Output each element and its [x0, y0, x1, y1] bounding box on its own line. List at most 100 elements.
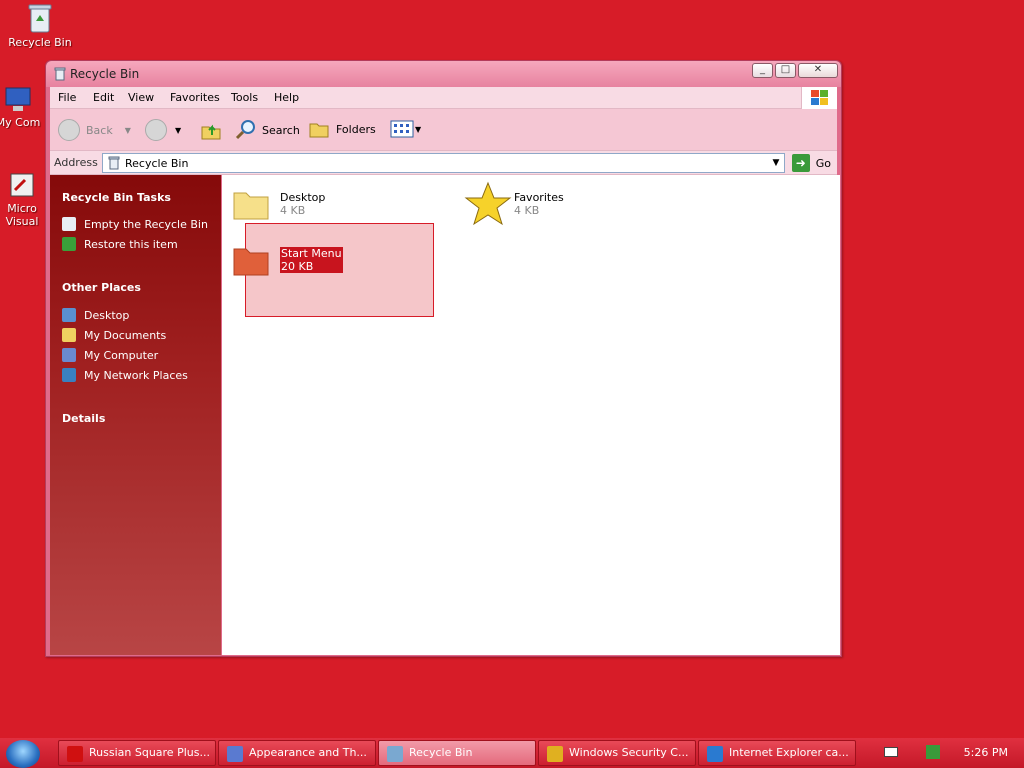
search-button[interactable]: Search [234, 119, 300, 141]
task-pane: Recycle Bin Tasks Empty the Recycle Bin … [50, 175, 221, 655]
keyboard-icon[interactable] [884, 747, 898, 757]
place-desktop[interactable]: Desktop [62, 308, 129, 322]
network-tray-icon[interactable] [926, 745, 940, 759]
go-button[interactable]: ➜ Go [791, 154, 831, 172]
folder-icon [233, 248, 269, 276]
folders-button[interactable]: Folders [308, 119, 376, 139]
menu-tools[interactable]: Tools [231, 91, 258, 104]
address-label: Address [54, 156, 98, 169]
place-my-computer[interactable]: My Computer [62, 348, 158, 362]
back-dropdown-icon[interactable]: ▼ [125, 126, 131, 135]
maximize-button[interactable]: □ [775, 63, 796, 78]
taskbar-button[interactable]: Internet Explorer ca... [698, 740, 856, 766]
recycle-bin-icon [28, 4, 52, 33]
address-value: Recycle Bin [125, 157, 189, 170]
section-title-recycle-bin-tasks[interactable]: Recycle Bin Tasks [62, 191, 171, 204]
task-label: Empty the Recycle Bin [84, 217, 208, 231]
place-my-network-places[interactable]: My Network Places [62, 368, 188, 382]
menu-edit[interactable]: Edit [93, 91, 114, 104]
file-item-selected[interactable]: Start Menu 20 KB [232, 241, 343, 279]
network-icon [62, 368, 76, 382]
file-name: Start Menu [281, 247, 342, 260]
file-name: Desktop [280, 191, 326, 204]
window-title: Recycle Bin [70, 67, 140, 81]
taskbar-label: Appearance and Th... [249, 746, 367, 759]
place-label: My Documents [84, 328, 167, 342]
taskbar-label: Windows Security C... [569, 746, 689, 759]
start-button[interactable] [6, 740, 40, 768]
taskbar: Russian Square Plus... Appearance and Th… [0, 738, 1024, 768]
place-label: My Network Places [84, 368, 188, 382]
title-bar[interactable]: Recycle Bin _ □ ✕ [46, 61, 841, 87]
address-bar: Address Recycle Bin ▼ ➜ Go [50, 151, 837, 175]
back-arrow-icon [58, 119, 80, 141]
task-label: Restore this item [84, 237, 178, 251]
search-icon [235, 120, 255, 140]
place-my-documents[interactable]: My Documents [62, 328, 166, 342]
recycle-bin-icon [387, 746, 403, 762]
task-restore-item[interactable]: Restore this item [62, 237, 178, 251]
section-title-other-places[interactable]: Other Places [62, 281, 141, 294]
back-label: Back [86, 123, 113, 137]
taskbar-label: Recycle Bin [409, 746, 473, 759]
address-input[interactable]: Recycle Bin ▼ [102, 153, 785, 173]
address-dropdown-icon[interactable]: ▼ [768, 154, 784, 172]
file-item[interactable]: Desktop 4 KB [232, 185, 325, 223]
toolbar: Back ▼ ▼ Search Folders ▼ [50, 109, 837, 151]
folders-icon [309, 123, 329, 138]
up-folder-button[interactable] [200, 119, 222, 141]
desktop-icon [62, 308, 76, 322]
clock[interactable]: 5:26 PM [964, 746, 1008, 759]
file-item[interactable]: Favorites 4 KB [464, 181, 564, 227]
back-button[interactable]: Back ▼ [58, 119, 131, 141]
folders-label: Folders [336, 122, 376, 136]
minimize-icon: _ [760, 64, 765, 75]
taskbar-button-active[interactable]: Recycle Bin [378, 740, 536, 766]
internet-explorer-icon [707, 746, 723, 762]
taskbar-label: Russian Square Plus... [89, 746, 210, 759]
taskbar-button[interactable]: Russian Square Plus... [58, 740, 216, 766]
go-label: Go [815, 156, 831, 170]
shield-icon [547, 746, 563, 762]
minimize-button[interactable]: _ [752, 63, 773, 78]
recycle-bin-icon [54, 67, 66, 81]
close-icon: ✕ [813, 64, 823, 75]
place-label: My Computer [84, 348, 159, 362]
file-size: 4 KB [280, 204, 306, 217]
menu-view[interactable]: View [128, 91, 154, 104]
menu-favorites[interactable]: Favorites [170, 91, 220, 104]
app-shortcut-icon [10, 173, 34, 197]
views-dropdown-icon: ▼ [415, 124, 422, 134]
maximize-icon: □ [780, 64, 791, 75]
file-size: 20 KB [281, 260, 314, 273]
forward-button[interactable]: ▼ [145, 119, 181, 141]
menu-help[interactable]: Help [274, 91, 299, 104]
taskbar-label: Internet Explorer ca... [729, 746, 849, 759]
up-folder-icon [201, 124, 221, 140]
views-icon [390, 120, 414, 138]
desktop-icon-recycle-bin[interactable]: Recycle Bin [0, 2, 80, 49]
windows-flag-icon [811, 90, 828, 105]
file-size: 4 KB [514, 204, 540, 217]
forward-dropdown-icon[interactable]: ▼ [175, 126, 181, 135]
app-icon [227, 746, 243, 762]
views-button[interactable]: ▼ [390, 119, 421, 139]
forward-arrow-icon [145, 119, 167, 141]
recycle-bin-icon [62, 217, 76, 231]
restore-arrow-icon [62, 237, 76, 251]
menu-bar: File Edit View Favorites Tools Help [50, 87, 837, 109]
explorer-window: Recycle Bin _ □ ✕ File Edit View Favorit… [45, 60, 842, 657]
computer-icon [62, 348, 76, 362]
taskbar-button[interactable]: Windows Security C... [538, 740, 696, 766]
section-title-details[interactable]: Details [62, 412, 105, 425]
file-view: Desktop 4 KB Favorites 4 KB Start Menu 2… [222, 175, 840, 655]
menu-file[interactable]: File [58, 91, 76, 104]
close-button[interactable]: ✕ [798, 63, 838, 78]
recycle-bin-icon [108, 156, 120, 170]
system-tray: 5:26 PM [854, 738, 1024, 768]
star-icon [464, 181, 512, 226]
computer-icon [5, 87, 31, 111]
search-label: Search [262, 123, 300, 137]
task-empty-recycle-bin[interactable]: Empty the Recycle Bin [62, 217, 208, 231]
taskbar-button[interactable]: Appearance and Th... [218, 740, 376, 766]
